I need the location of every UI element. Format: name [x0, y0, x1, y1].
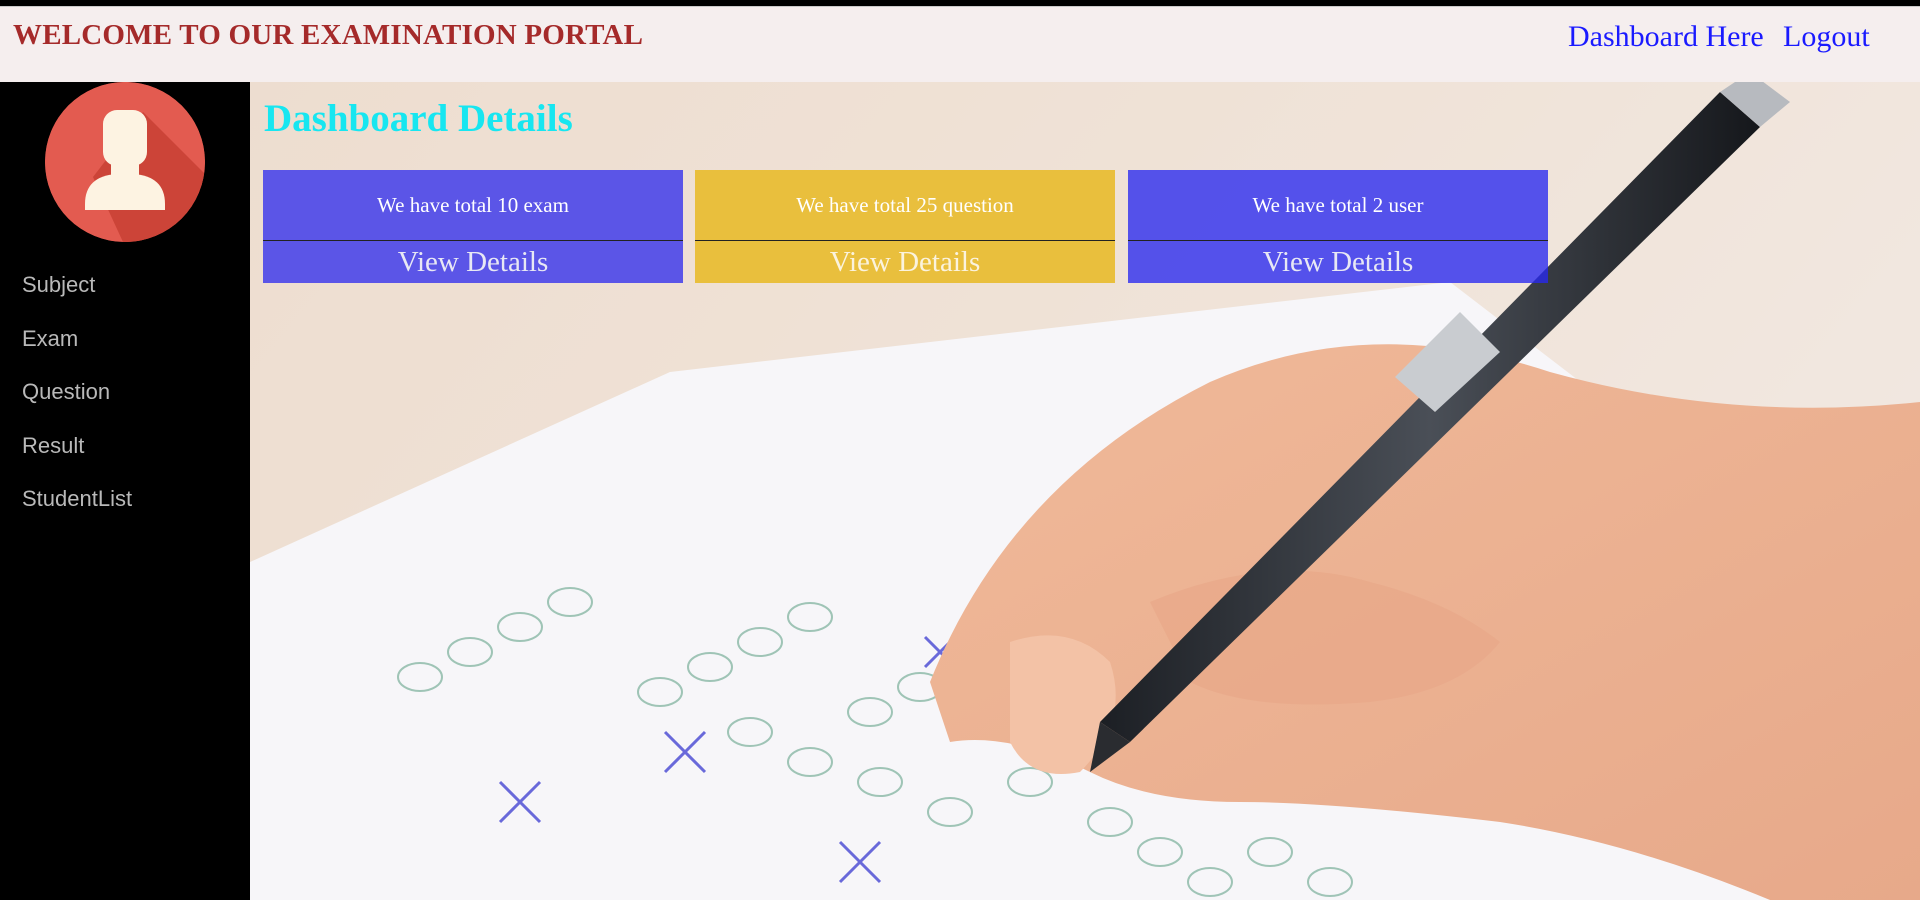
sidebar-item-exam[interactable]: Exam [22, 326, 78, 352]
exam-count-card: We have total 10 exam View Details [263, 170, 683, 283]
sidebar: Subject Exam Question Result StudentList [0, 82, 250, 900]
sidebar-item-result[interactable]: Result [22, 433, 84, 459]
question-count-card: We have total 25 question View Details [695, 170, 1115, 283]
user-count-card: We have total 2 user View Details [1128, 170, 1548, 283]
view-details-question-link[interactable]: View Details [695, 241, 1115, 283]
view-details-user-link[interactable]: View Details [1128, 241, 1548, 283]
main-content: Dashboard Details We have total 10 exam … [250, 82, 1920, 900]
portal-brand-title: WELCOME TO OUR EXAMINATION PORTAL [13, 19, 644, 51]
view-details-exam-link[interactable]: View Details [263, 241, 683, 283]
card-text: We have total 10 exam [263, 170, 683, 241]
logout-link[interactable]: Logout [1783, 20, 1870, 54]
page-title: Dashboard Details [264, 97, 573, 140]
sidebar-item-question[interactable]: Question [22, 379, 110, 405]
user-avatar-icon [45, 82, 205, 242]
top-header: WELCOME TO OUR EXAMINATION PORTAL Dashbo… [0, 7, 1920, 82]
card-text: We have total 25 question [695, 170, 1115, 241]
sidebar-item-studentlist[interactable]: StudentList [22, 486, 132, 512]
sidebar-item-subject[interactable]: Subject [22, 272, 95, 298]
card-text: We have total 2 user [1128, 170, 1548, 241]
dashboard-link[interactable]: Dashboard Here [1568, 20, 1764, 54]
